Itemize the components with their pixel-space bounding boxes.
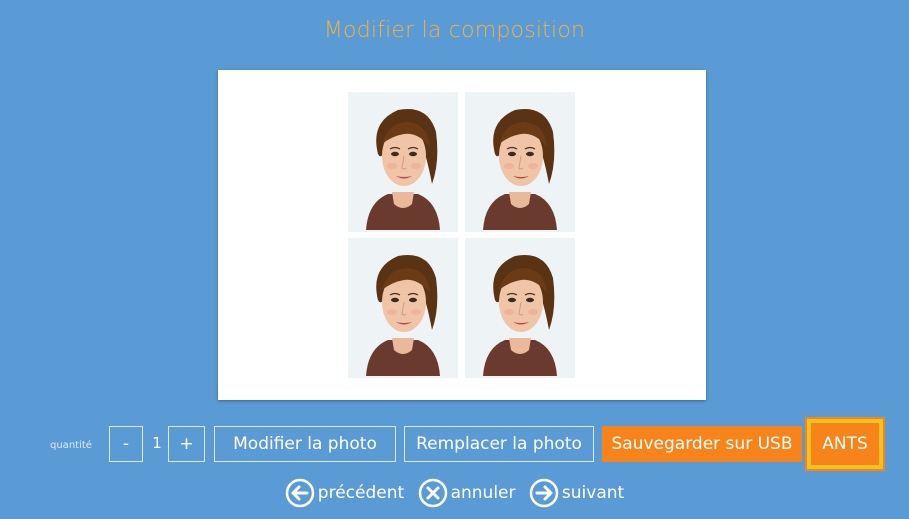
cancel-label: annuler bbox=[450, 483, 516, 503]
save-usb-button[interactable]: Sauvegarder sur USB bbox=[602, 426, 802, 462]
page-title: Modifier la composition bbox=[323, 18, 586, 43]
arrow-left-circle-icon bbox=[285, 478, 315, 508]
previous-button[interactable]: précédent bbox=[285, 478, 404, 508]
navigation-bar: précédent annuler suivant bbox=[0, 478, 909, 514]
ants-button[interactable]: ANTS bbox=[805, 417, 885, 471]
composition-preview bbox=[218, 70, 706, 400]
next-button[interactable]: suivant bbox=[529, 478, 624, 508]
quantity-label: quantité bbox=[50, 440, 92, 451]
app-window: Modifier la composition quantité - 1 + M… bbox=[0, 0, 909, 519]
previous-label: précédent bbox=[317, 483, 405, 503]
portrait-photo bbox=[348, 238, 458, 378]
replace-photo-button[interactable]: Remplacer la photo bbox=[404, 426, 594, 462]
portrait-photo bbox=[465, 92, 575, 232]
cancel-button[interactable]: annuler bbox=[418, 478, 516, 508]
close-circle-icon bbox=[418, 478, 447, 508]
modify-photo-button[interactable]: Modifier la photo bbox=[214, 426, 396, 462]
quantity-value: 1 bbox=[152, 434, 162, 452]
increase-quantity-button[interactable]: + bbox=[168, 426, 205, 462]
decrease-quantity-button[interactable]: - bbox=[109, 426, 143, 462]
portrait-photo bbox=[348, 92, 458, 232]
portrait-photo bbox=[465, 238, 575, 378]
action-toolbar: quantité - 1 + Modifier la photo Remplac… bbox=[0, 417, 909, 471]
next-label: suivant bbox=[561, 483, 625, 503]
arrow-right-circle-icon bbox=[529, 478, 559, 508]
